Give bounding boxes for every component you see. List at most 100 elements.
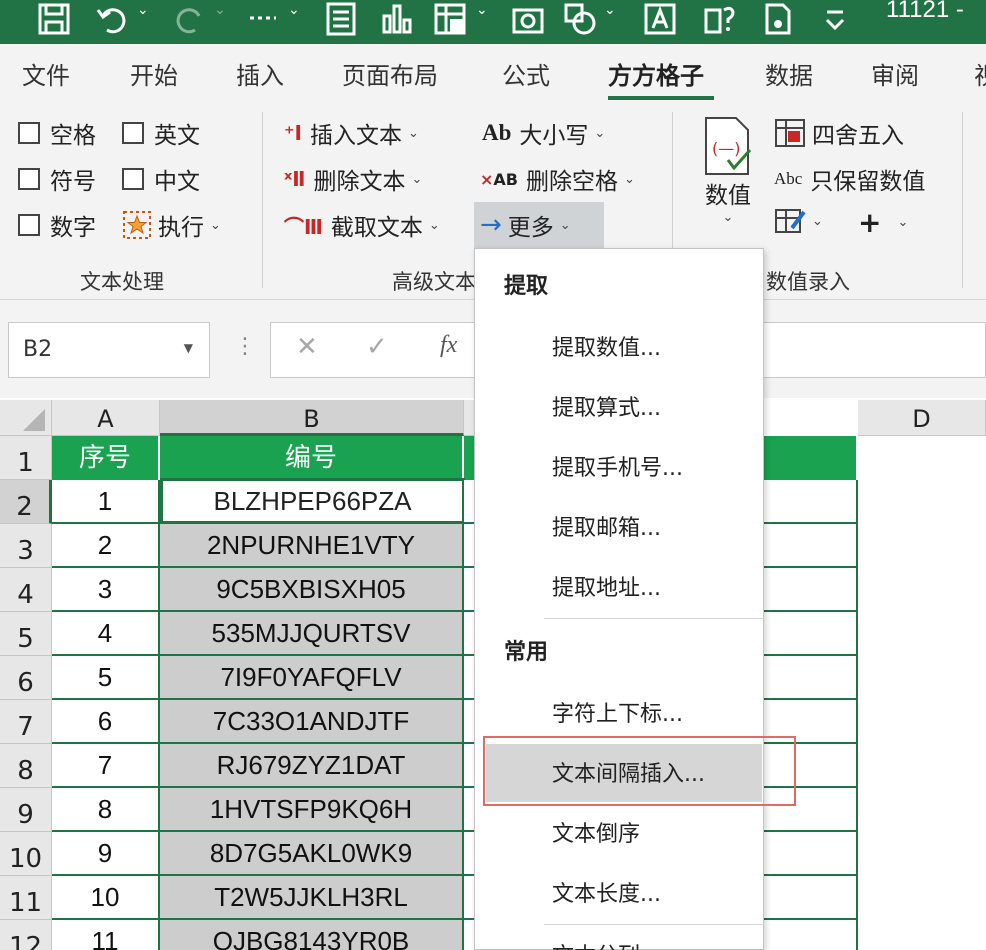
doc-icon[interactable] xyxy=(758,0,798,38)
checkbox-chinese[interactable]: 中文 xyxy=(122,162,200,196)
table-cell-c-right[interactable] xyxy=(764,480,858,524)
shape-icon[interactable] xyxy=(560,0,600,38)
select-all-corner[interactable] xyxy=(0,400,52,436)
table-cell-c-right[interactable] xyxy=(764,920,858,950)
tab-fangfanggezi[interactable]: 方方格子 xyxy=(608,56,704,91)
caret-down-icon[interactable]: ▼ xyxy=(184,341,193,355)
menu-item-extract-formula[interactable]: 提取算式... xyxy=(552,390,661,422)
table-cell-index[interactable]: 5 xyxy=(52,656,160,700)
row-header[interactable]: 5 xyxy=(0,612,52,656)
table-cell-index[interactable]: 8 xyxy=(52,788,160,832)
checkbox-number[interactable]: 数字 xyxy=(18,208,96,242)
vertical-dots-icon[interactable]: ⋮ xyxy=(234,334,256,359)
more-commands-icon[interactable] xyxy=(246,0,280,38)
form-icon[interactable] xyxy=(322,0,360,38)
row-header[interactable]: 12 xyxy=(0,920,52,950)
more-button[interactable]: → 更多 ⌄ xyxy=(474,202,604,248)
row-header[interactable]: 10 xyxy=(0,832,52,876)
keep-numbers-button[interactable]: Abc 只保留数值 xyxy=(774,162,925,196)
row-header[interactable]: 4 xyxy=(0,568,52,612)
tab-insert[interactable]: 插入 xyxy=(236,56,284,91)
menu-item-reverse-text[interactable]: 文本倒序 xyxy=(552,816,640,848)
row-header[interactable]: 3 xyxy=(0,524,52,568)
row-header[interactable]: 9 xyxy=(0,788,52,832)
table-icon[interactable] xyxy=(430,0,470,38)
table-cell-index[interactable]: 9 xyxy=(52,832,160,876)
tab-home[interactable]: 开始 xyxy=(130,56,178,91)
confirm-icon[interactable]: ✓ xyxy=(366,332,388,362)
help-icon[interactable] xyxy=(700,0,740,38)
table-dropdown-icon[interactable]: ⌄ xyxy=(476,2,488,18)
camera-icon[interactable] xyxy=(508,0,548,38)
column-header-b[interactable]: B xyxy=(160,400,464,436)
column-header-a[interactable]: A xyxy=(52,400,160,436)
table-cell-index[interactable]: 4 xyxy=(52,612,160,656)
checkbox-english[interactable]: 英文 xyxy=(122,116,200,150)
row-header[interactable]: 6 xyxy=(0,656,52,700)
table-cell-code[interactable]: RJ679ZYZ1DAT xyxy=(160,744,464,788)
checkbox-icon[interactable] xyxy=(18,214,40,236)
table-cell-c-right[interactable] xyxy=(764,524,858,568)
menu-item-extract-phone[interactable]: 提取手机号... xyxy=(552,450,683,482)
table-cell-code[interactable]: 9C5BXBISXH05 xyxy=(160,568,464,612)
undo-dropdown-icon[interactable]: ⌄ xyxy=(137,2,149,18)
header-cell-index[interactable]: 序号 xyxy=(52,436,160,480)
insert-text-button[interactable]: ⁺Ⅰ 插入文本 ⌄ xyxy=(284,116,419,150)
row-header[interactable]: 7 xyxy=(0,700,52,744)
table-cell-index[interactable]: 7 xyxy=(52,744,160,788)
delete-space-button[interactable]: × AB 删除空格 ⌄ xyxy=(480,162,635,196)
table-cell-code[interactable]: 1HVTSFP9KQ6H xyxy=(160,788,464,832)
table-cell-code[interactable]: 7I9F0YAFQFLV xyxy=(160,656,464,700)
menu-item-superscript[interactable]: 字符上下标... xyxy=(552,696,683,728)
numeric-button[interactable]: (—) 数值 ⌄ xyxy=(700,116,756,225)
tab-data[interactable]: 数据 xyxy=(765,56,813,91)
table-cell-index[interactable]: 3 xyxy=(52,568,160,612)
checkbox-icon[interactable] xyxy=(122,122,144,144)
table-cell-index[interactable]: 11 xyxy=(52,920,160,950)
table-cell-c-right[interactable] xyxy=(764,612,858,656)
menu-item-extract-email[interactable]: 提取邮箱... xyxy=(552,510,661,542)
tab-formulas[interactable]: 公式 xyxy=(502,56,550,91)
tab-file[interactable]: 文件 xyxy=(22,56,70,91)
cut-text-button[interactable]: ⌒Ⅲ 截取文本 ⌄ xyxy=(284,208,440,242)
row-header[interactable]: 1 xyxy=(0,436,52,480)
table-cell-code[interactable]: 7C33O1ANDJTF xyxy=(160,700,464,744)
undo-icon[interactable] xyxy=(92,0,132,38)
table-cell-code[interactable]: T2W5JJKLH3RL xyxy=(160,876,464,920)
table-cell-code[interactable]: 2NPURNHE1VTY xyxy=(160,524,464,568)
row-header[interactable]: 2 xyxy=(0,480,52,524)
menu-item-extract-address[interactable]: 提取地址... xyxy=(552,570,661,602)
menu-item-split-text[interactable]: 文本分列... xyxy=(552,938,661,950)
add-button[interactable]: + ⌄ xyxy=(858,206,908,239)
table-cell-index[interactable]: 1 xyxy=(52,480,160,524)
checkbox-icon[interactable] xyxy=(18,168,40,190)
tab-review[interactable]: 审阅 xyxy=(871,56,919,91)
active-cell[interactable]: BLZHPEP66PZA xyxy=(160,478,465,524)
more-dropdown-icon[interactable]: ⌄ xyxy=(288,2,300,18)
cancel-icon[interactable]: ✕ xyxy=(296,332,318,362)
delete-text-button[interactable]: ˣⅡ 删除文本 ⌄ xyxy=(284,162,422,196)
table-cell-c-right[interactable] xyxy=(764,832,858,876)
chart-icon[interactable] xyxy=(378,0,416,38)
tab-view[interactable]: 视 xyxy=(974,56,986,91)
tab-page-layout[interactable]: 页面布局 xyxy=(342,56,438,91)
round-button[interactable]: 四舍五入 xyxy=(774,116,904,150)
checkbox-icon[interactable] xyxy=(18,122,40,144)
text-art-icon[interactable] xyxy=(640,0,680,38)
shape-dropdown-icon[interactable]: ⌄ xyxy=(604,2,616,18)
checkbox-space[interactable]: 空格 xyxy=(18,116,96,150)
row-header[interactable]: 11 xyxy=(0,876,52,920)
checkbox-icon[interactable] xyxy=(122,168,144,190)
menu-item-extract-number[interactable]: 提取数值... xyxy=(552,330,661,362)
table-cell-code[interactable]: 535MJJQURTSV xyxy=(160,612,464,656)
row-header[interactable]: 8 xyxy=(0,744,52,788)
table-cell-index[interactable]: 2 xyxy=(52,524,160,568)
save-icon[interactable] xyxy=(34,0,74,38)
table-cell-c-right[interactable] xyxy=(764,568,858,612)
header-cell-c-right[interactable] xyxy=(764,436,858,480)
checkbox-symbol[interactable]: 符号 xyxy=(18,162,96,196)
function-icon[interactable]: fx xyxy=(440,332,457,359)
table-cell-index[interactable]: 10 xyxy=(52,876,160,920)
menu-item-text-length[interactable]: 文本长度... xyxy=(552,876,661,908)
case-button[interactable]: Ab 大小写 ⌄ xyxy=(482,116,605,150)
